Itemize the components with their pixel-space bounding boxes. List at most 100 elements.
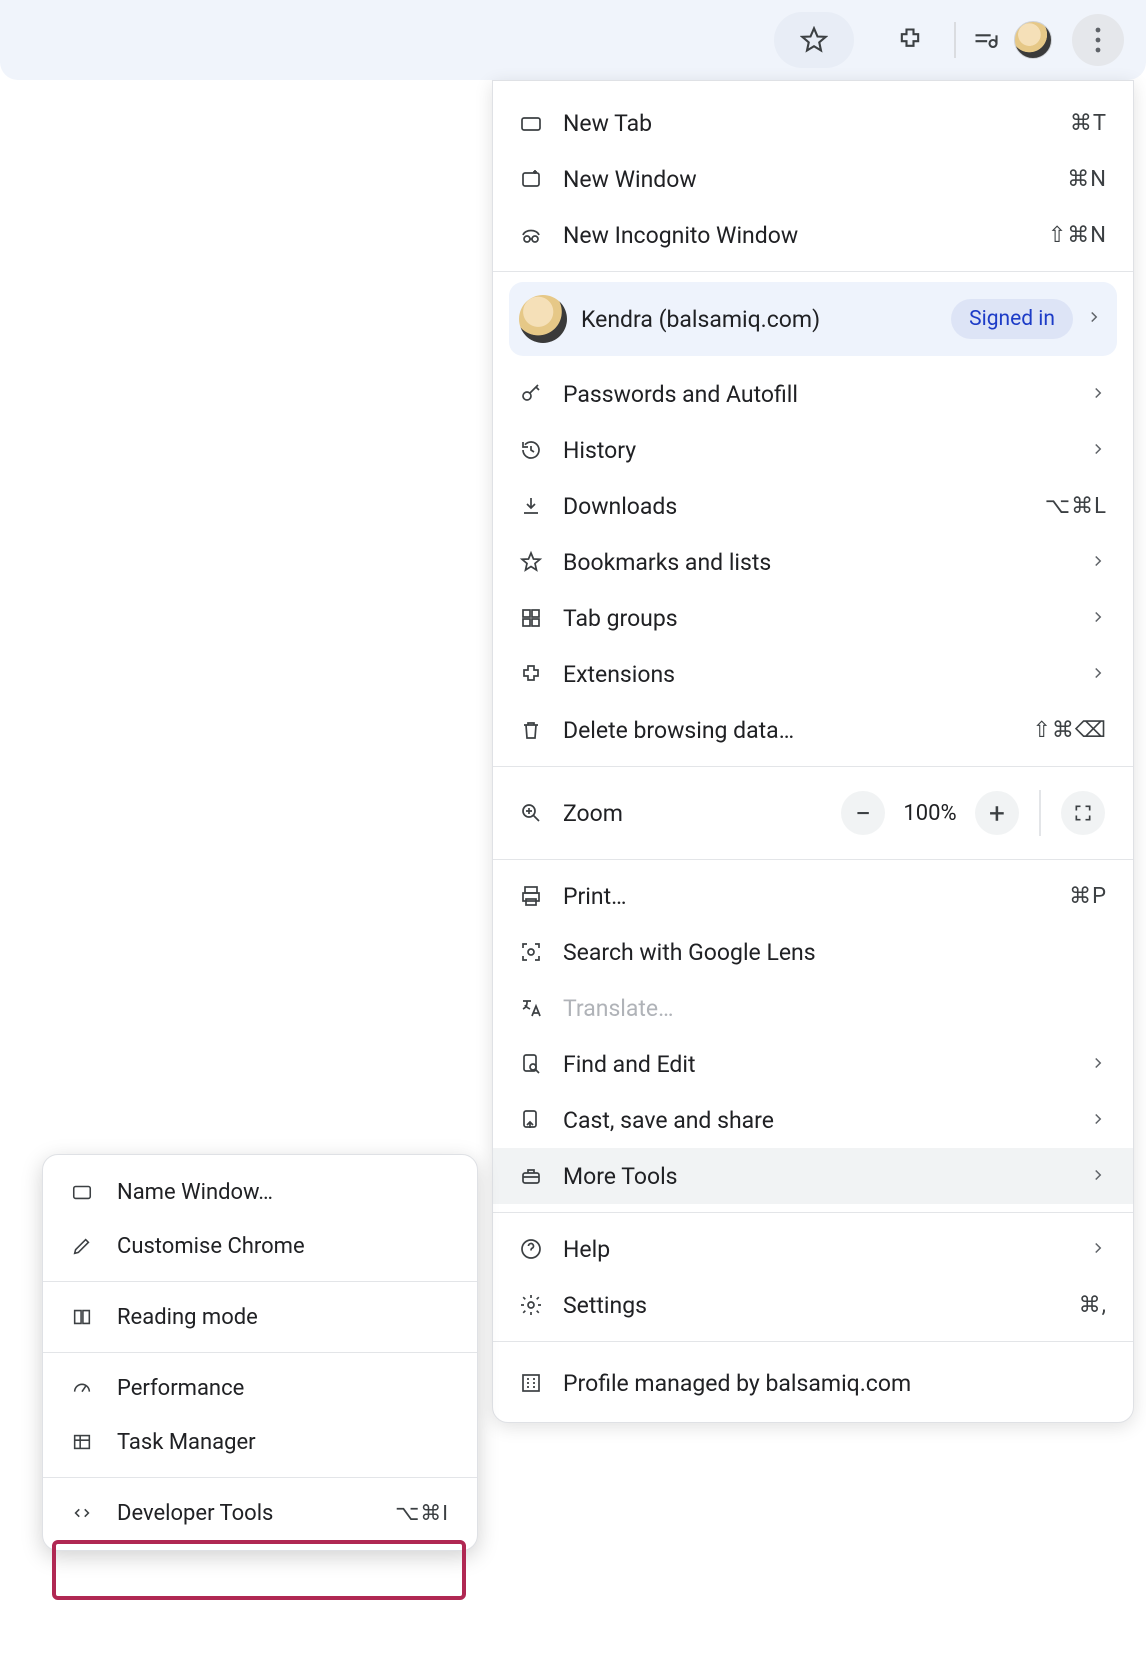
menu-label: Zoom [563, 800, 835, 827]
key-icon [519, 382, 563, 406]
history-icon [519, 438, 563, 462]
menu-new-window[interactable]: New Window ⌘N [493, 151, 1133, 207]
menu-zoom: Zoom − 100% + [493, 775, 1133, 851]
building-icon [519, 1371, 563, 1395]
submenu-reading-mode[interactable]: Reading mode [43, 1290, 477, 1344]
menu-shortcut: ⌥⌘L [1045, 494, 1107, 519]
star-icon[interactable] [800, 26, 828, 54]
menu-label: Help [563, 1236, 1089, 1263]
menu-label: Extensions [563, 661, 1089, 688]
menu-shortcut: ⌘N [1067, 167, 1107, 192]
menu-delete-browsing-data[interactable]: Delete browsing data… ⇧⌘⌫ [493, 702, 1133, 758]
menu-shortcut: ⇧⌘N [1048, 223, 1107, 248]
zoom-in-button[interactable]: + [975, 791, 1019, 835]
menu-new-tab[interactable]: New Tab ⌘T [493, 95, 1133, 151]
chevron-right-icon [1089, 549, 1107, 576]
menu-label: Find and Edit [563, 1051, 1089, 1078]
submenu-performance[interactable]: Performance [43, 1361, 477, 1415]
submenu-label: Customise Chrome [117, 1234, 449, 1259]
menu-downloads[interactable]: Downloads ⌥⌘L [493, 478, 1133, 534]
chevron-right-icon [1089, 381, 1107, 408]
menu-extensions[interactable]: Extensions [493, 646, 1133, 702]
address-bar-right[interactable] [774, 12, 854, 68]
translate-icon [519, 996, 563, 1020]
menu-profile[interactable]: Kendra (balsamiq.com) Signed in [509, 282, 1117, 356]
submenu-divider [43, 1352, 477, 1353]
toolbar-separator [954, 22, 956, 58]
menu-shortcut: ⌘, [1079, 1293, 1107, 1318]
lens-icon [519, 940, 563, 964]
menu-incognito[interactable]: New Incognito Window ⇧⌘N [493, 207, 1133, 263]
zoom-out-button[interactable]: − [841, 791, 885, 835]
profile-avatar-icon [519, 295, 567, 343]
menu-label: New Window [563, 166, 1067, 193]
chevron-right-icon [1089, 1051, 1107, 1078]
menu-label: Translate… [563, 995, 1107, 1022]
trash-icon [519, 718, 563, 742]
menu-translate: Translate… [493, 980, 1133, 1036]
chevron-right-icon [1089, 1236, 1107, 1263]
more-tools-submenu: Name Window… Customise Chrome Reading mo… [42, 1154, 478, 1551]
submenu-shortcut: ⌥⌘I [395, 1501, 449, 1526]
menu-label: More Tools [563, 1163, 1089, 1190]
extensions-icon[interactable] [896, 26, 924, 54]
menu-label: New Tab [563, 110, 1070, 137]
window-plus-icon [519, 167, 563, 191]
submenu-customise-chrome[interactable]: Customise Chrome [43, 1219, 477, 1273]
submenu-divider [43, 1477, 477, 1478]
profile-avatar[interactable] [1014, 21, 1052, 59]
star-icon [519, 550, 563, 574]
menu-tab-groups[interactable]: Tab groups [493, 590, 1133, 646]
chevron-right-icon [1089, 661, 1107, 688]
menu-divider [493, 1212, 1133, 1213]
submenu-developer-tools[interactable]: Developer Tools ⌥⌘I [43, 1486, 477, 1540]
main-menu: New Tab ⌘T New Window ⌘N New Incognito W… [492, 80, 1134, 1423]
menu-label: Search with Google Lens [563, 939, 1107, 966]
chevron-right-icon [1089, 1163, 1107, 1190]
submenu-divider [43, 1281, 477, 1282]
kebab-menu-button[interactable] [1072, 14, 1124, 66]
gauge-icon [71, 1377, 117, 1399]
menu-shortcut: ⌘P [1069, 884, 1107, 909]
print-icon [519, 884, 563, 908]
menu-label: Print… [563, 883, 1069, 910]
menu-google-lens[interactable]: Search with Google Lens [493, 924, 1133, 980]
menu-find-edit[interactable]: Find and Edit [493, 1036, 1133, 1092]
menu-cast-save-share[interactable]: Cast, save and share [493, 1092, 1133, 1148]
menu-shortcut: ⇧⌘⌫ [1032, 718, 1107, 743]
chevron-right-icon [1089, 1107, 1107, 1134]
menu-print[interactable]: Print… ⌘P [493, 868, 1133, 924]
menu-label: Delete browsing data… [563, 717, 1032, 744]
menu-shortcut: ⌘T [1070, 111, 1107, 136]
signed-in-badge: Signed in [951, 299, 1073, 339]
toolbox-icon [519, 1164, 563, 1188]
menu-managed-profile[interactable]: Profile managed by balsamiq.com [493, 1350, 1133, 1416]
zoom-icon [519, 801, 563, 825]
chevron-right-icon [1089, 437, 1107, 464]
menu-help[interactable]: Help [493, 1221, 1133, 1277]
submenu-label: Name Window… [117, 1180, 449, 1205]
find-icon [519, 1052, 563, 1076]
chevron-right-icon [1085, 308, 1103, 330]
menu-passwords[interactable]: Passwords and Autofill [493, 366, 1133, 422]
submenu-label: Developer Tools [117, 1501, 395, 1526]
separator [1039, 790, 1041, 836]
submenu-label: Performance [117, 1376, 449, 1401]
menu-more-tools[interactable]: More Tools [493, 1148, 1133, 1204]
media-controls-icon[interactable] [972, 26, 1000, 54]
chevron-right-icon [1089, 605, 1107, 632]
menu-history[interactable]: History [493, 422, 1133, 478]
submenu-label: Task Manager [117, 1430, 449, 1455]
gear-icon [519, 1293, 563, 1317]
fullscreen-button[interactable] [1061, 791, 1105, 835]
code-icon [71, 1502, 117, 1524]
menu-label: New Incognito Window [563, 222, 1048, 249]
window-icon [71, 1181, 117, 1203]
menu-label: Cast, save and share [563, 1107, 1089, 1134]
menu-bookmarks[interactable]: Bookmarks and lists [493, 534, 1133, 590]
puzzle-icon [519, 662, 563, 686]
menu-settings[interactable]: Settings ⌘, [493, 1277, 1133, 1333]
submenu-name-window[interactable]: Name Window… [43, 1165, 477, 1219]
submenu-task-manager[interactable]: Task Manager [43, 1415, 477, 1469]
menu-divider [493, 271, 1133, 272]
